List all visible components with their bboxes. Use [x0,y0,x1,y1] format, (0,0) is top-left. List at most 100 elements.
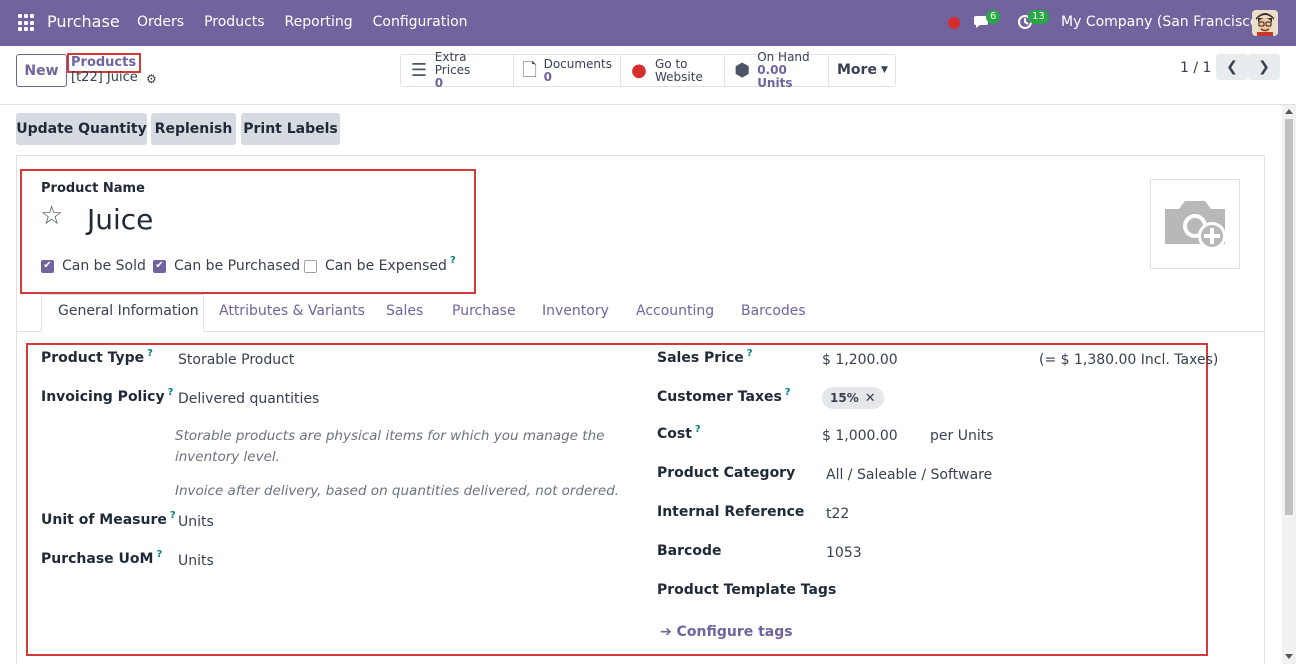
tab-barcodes[interactable]: Barcodes [741,303,806,319]
pager-counter[interactable]: 1 / 1 [1180,60,1211,76]
scroll-up-arrow-icon[interactable] [1285,109,1293,114]
product-type-field[interactable]: Storable Product [178,352,294,368]
breadcrumb-current: [t22] Juice [71,70,138,85]
can-be-purchased-checkbox[interactable]: ✔ Can be Purchased [153,258,300,274]
pager-next-button[interactable]: ❯ [1248,54,1280,80]
menu-reporting[interactable]: Reporting [285,14,353,30]
product-type-label: Product Type? [41,348,153,366]
record-indicator-icon[interactable] [948,17,960,29]
globe-icon: ● [631,60,647,81]
documents-value: 0 [543,69,552,84]
chevron-right-icon: ❯ [1258,59,1270,75]
uom-label-text: Unit of Measure [41,512,167,528]
invoicing-policy-label: Invoicing Policy? [41,387,174,405]
sales-price-field[interactable]: $ 1,200.00 [822,352,898,368]
checkbox-checked-icon: ✔ [41,259,54,273]
sales-price-label-text: Sales Price [657,350,744,366]
menu-configuration[interactable]: Configuration [373,14,468,30]
scrollbar-thumb[interactable] [1285,119,1293,515]
star-icon[interactable]: ☆ [40,201,63,231]
product-image-upload[interactable] [1150,179,1240,269]
breadcrumb-products[interactable]: Products [71,55,136,70]
can-be-sold-label: Can be Sold [62,258,146,274]
smart-buttons: ☰ Extra Prices 0 🗋 Documents 0 ● Go to Webs… [400,51,896,90]
cost-field[interactable]: $ 1,000.00 [822,428,898,444]
uom-label: Unit of Measure? [41,510,176,528]
apps-grid-icon[interactable] [18,14,36,32]
extra-prices-button[interactable]: ☰ Extra Prices 0 [401,51,514,90]
invoicing-policy-field[interactable]: Delivered quantities [178,391,319,407]
gear-icon[interactable]: ⚙ [146,72,157,86]
new-button[interactable]: New [16,54,67,87]
vertical-scrollbar[interactable] [1282,105,1296,664]
help-tooltip-icon[interactable]: ? [695,424,701,435]
checkbox-unchecked-icon [304,259,317,273]
help-tooltip-icon[interactable]: ? [168,387,174,398]
chevron-left-icon: ❮ [1226,59,1238,75]
tab-general-information[interactable]: General Information [58,303,199,319]
app-name[interactable]: Purchase [47,12,120,31]
help-tooltip-icon[interactable]: ? [785,387,791,398]
remove-tag-icon[interactable]: ✕ [865,391,876,406]
configure-tags-link[interactable]: ➔ Configure tags [660,624,793,640]
on-hand-button[interactable]: ⬢ On Hand 0.00 Units [725,51,829,90]
invoicing-policy-label-text: Invoicing Policy [41,389,165,405]
product-category-label: Product Category [657,465,796,481]
cost-unit-label: per Units [930,428,994,444]
menu-products[interactable]: Products [204,14,264,30]
purchase-uom-label: Purchase UoM? [41,549,162,567]
product-name-label: Product Name [41,181,145,196]
update-quantity-button[interactable]: Update Quantity [16,113,147,145]
tab-attributes-variants[interactable]: Attributes & Variants [219,303,365,319]
print-labels-button[interactable]: Print Labels [241,113,340,145]
tabs-divider [17,331,1264,332]
help-tooltip-icon[interactable]: ? [170,510,176,521]
internal-reference-field[interactable]: t22 [826,506,849,522]
customer-tax-tag[interactable]: 15% ✕ [822,387,884,409]
list-icon: ☰ [410,60,427,81]
uom-field[interactable]: Units [178,514,214,530]
tab-purchase[interactable]: Purchase [452,303,516,319]
storable-hint: Storable products are physical items for… [175,428,605,465]
camera-add-icon [1165,201,1226,250]
more-button[interactable]: More ▼ [829,55,895,86]
on-hand-value: 0.00 Units [757,63,793,90]
sales-price-incl-taxes: (= $ 1,380.00 Incl. Taxes) [1039,352,1219,368]
scroll-down-arrow-icon[interactable] [1285,654,1293,659]
checkbox-checked-icon: ✔ [153,259,166,273]
replenish-button[interactable]: Replenish [151,113,236,145]
can-be-sold-checkbox[interactable]: ✔ Can be Sold [41,258,146,274]
menu-orders[interactable]: Orders [137,14,184,30]
tab-accounting[interactable]: Accounting [636,303,714,319]
documents-button[interactable]: 🗋 Documents 0 [514,55,621,86]
top-navbar: Purchase Orders Products Reporting Confi… [0,0,1296,46]
chat-count-badge: 6 [986,10,1001,24]
help-tooltip-icon[interactable]: ? [147,348,153,359]
can-be-expensed-checkbox[interactable]: Can be Expensed ? [304,255,456,274]
help-tooltip-icon[interactable]: ? [156,549,162,560]
configure-tags-label: Configure tags [676,624,793,640]
cost-label-text: Cost [657,426,692,442]
extra-prices-value: 0 [434,76,444,90]
company-switcher[interactable]: My Company (San Francisco) [1061,14,1264,30]
product-name-field[interactable]: Juice [87,203,153,236]
can-be-expensed-label: Can be Expensed [325,258,447,274]
pager-previous-button[interactable]: ❮ [1216,54,1248,80]
tab-inventory[interactable]: Inventory [542,303,609,319]
go-to-website-button[interactable]: ● Go to Website [621,55,725,86]
arrow-right-icon: ➔ [660,624,677,640]
barcode-field[interactable]: 1053 [826,545,862,561]
caret-down-icon: ▼ [880,65,888,75]
sales-price-label: Sales Price? [657,348,753,366]
customer-taxes-label-text: Customer Taxes [657,389,782,405]
product-category-field[interactable]: All / Saleable / Software [826,467,992,483]
user-avatar[interactable] [1252,10,1278,36]
website-label-1: Go to [655,56,688,71]
purchase-uom-field[interactable]: Units [178,553,214,569]
product-template-tags-label: Product Template Tags [657,582,837,598]
activity-count-badge: 13 [1028,10,1049,24]
help-tooltip-icon[interactable]: ? [747,348,753,359]
main-menu: Orders Products Reporting Configuration [137,14,488,30]
tab-sales[interactable]: Sales [386,303,423,319]
help-tooltip-icon[interactable]: ? [450,255,456,266]
